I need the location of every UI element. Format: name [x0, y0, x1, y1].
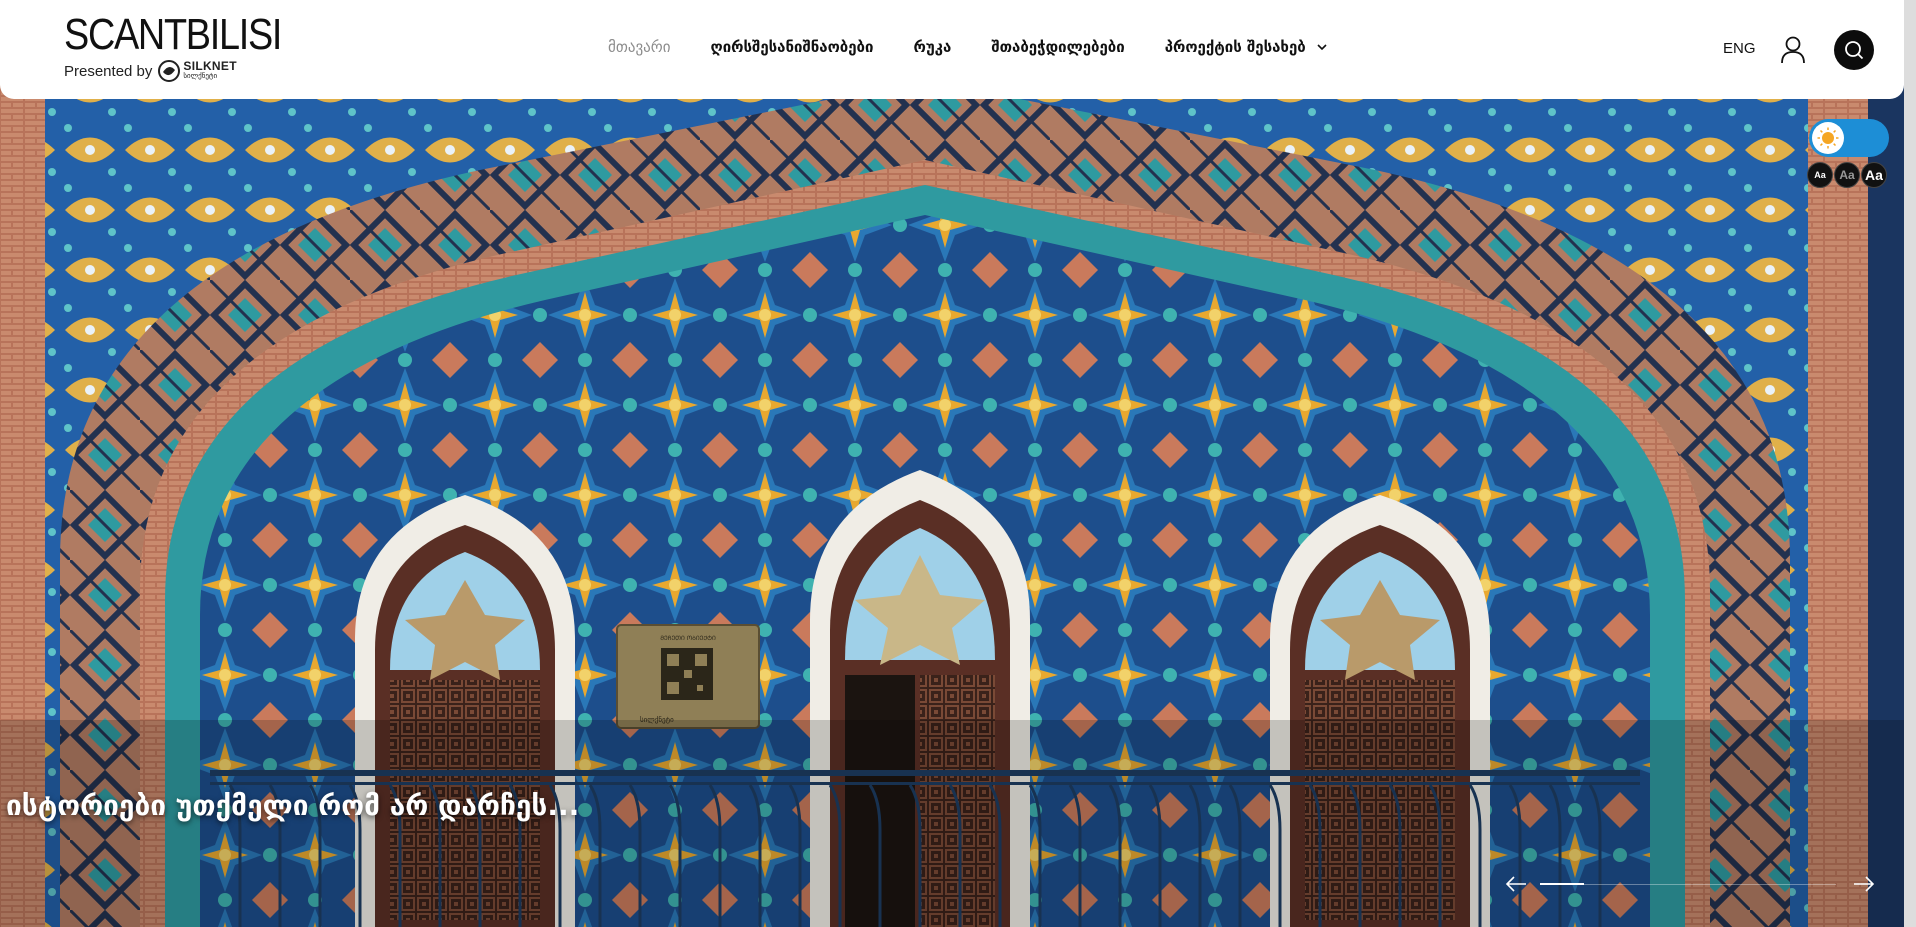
arrow-right-icon: [1854, 876, 1875, 892]
slider-next-button[interactable]: [1852, 872, 1876, 896]
presented-by-label: Presented by: [64, 62, 153, 80]
language-switch[interactable]: ENG: [1723, 40, 1756, 57]
nav-item-sights[interactable]: ღირსშესანიშნაობები: [710, 38, 873, 56]
logo-title: SCANTBILISI: [64, 10, 282, 59]
nav-item-about-project[interactable]: პროექტის შესახებ: [1165, 38, 1327, 56]
theme-toggle[interactable]: [1809, 119, 1889, 157]
slider-progress-track: [1540, 883, 1836, 885]
silknet-logo: SILKNET სილქნეტი: [158, 59, 237, 82]
theme-knob: [1812, 122, 1844, 154]
hero-slider-controls: [1504, 872, 1876, 896]
nav-item-about-label: პროექტის შესახებ: [1164, 38, 1306, 56]
user-account-button[interactable]: [1780, 36, 1806, 64]
main-nav: მთავარი ღირსშესანიშნაობები რუკა შთაბეჭდი…: [608, 38, 1367, 56]
hero-caption: ისტორიები უთქმელი რომ არ დარჩეს...: [6, 789, 580, 822]
nav-item-impressions[interactable]: შთაბეჭდილებები: [991, 38, 1124, 56]
page-scrollbar[interactable]: [1904, 0, 1916, 927]
font-size-controls: Aa Aa Aa: [1807, 162, 1888, 188]
user-icon: [1781, 36, 1805, 64]
silknet-text: SILKNET სილქნეტი: [183, 59, 237, 81]
font-size-medium-button[interactable]: Aa: [1834, 162, 1860, 188]
logo-subline: Presented by SILKNET სილქნეტი: [64, 60, 316, 82]
sun-icon: [1817, 127, 1839, 149]
slider-prev-button[interactable]: [1504, 872, 1528, 896]
silknet-name: SILKNET: [183, 59, 237, 73]
site-header: SCANTBILISI Presented by SILKNET სილქნეტ…: [0, 0, 1904, 99]
chevron-down-icon: [1317, 44, 1327, 51]
site-logo[interactable]: SCANTBILISI Presented by SILKNET სილქნეტ…: [64, 12, 316, 82]
plaque-title: ᲛᲔᲩᲔᲗᲘ ᲝᲑᲘᲔᲥᲢᲘ: [660, 635, 716, 642]
font-size-small-button[interactable]: Aa: [1807, 162, 1833, 188]
search-button[interactable]: [1834, 30, 1874, 70]
slider-progress-fill: [1540, 883, 1585, 885]
nav-item-map[interactable]: რუკა: [913, 38, 951, 56]
arrow-left-icon: [1505, 876, 1526, 892]
hero-image: ᲛᲔᲩᲔᲗᲘ ᲝᲑᲘᲔᲥᲢᲘ სილქნეტი: [0, 0, 1916, 927]
search-icon: [1845, 41, 1864, 60]
nav-item-home[interactable]: მთავარი: [608, 38, 670, 56]
silknet-mark-icon: [158, 60, 181, 82]
font-size-large-button[interactable]: Aa: [1861, 162, 1887, 188]
